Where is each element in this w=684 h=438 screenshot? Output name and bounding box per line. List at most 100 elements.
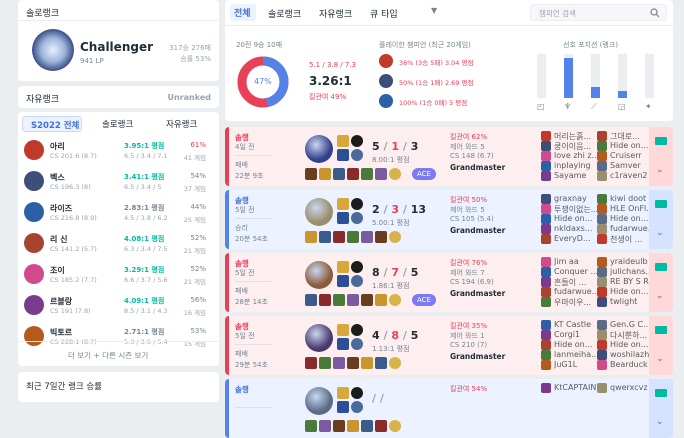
match-detail-toggle[interactable]: ⌄	[649, 379, 673, 438]
player-champion-icon	[541, 151, 551, 161]
player-name[interactable]: EveryD...	[554, 234, 602, 243]
match-detail-toggle[interactable]: ⌄	[649, 127, 673, 186]
champ-row[interactable]: 르블랑 CS 191 (7.8) 4.09:1 평점 8.5 / 3.1 / 4.3 5…	[18, 291, 214, 322]
champ-cs: CS 185.2 (7.7)	[50, 276, 97, 284]
match-avg-tier: Grandmaster	[450, 226, 506, 235]
champion-portrait[interactable]	[305, 261, 333, 289]
search-icon[interactable]	[650, 8, 660, 18]
champ-row[interactable]: 벡스 CS 196.3 (8) 3.41:1 평점 6.5 / 3.4 / 5 54% 3…	[18, 167, 214, 198]
video-icon[interactable]	[655, 326, 667, 334]
player-champion-icon	[541, 204, 551, 214]
item-icon	[347, 420, 359, 432]
item-icon	[333, 420, 345, 432]
champ-cs: CS 141.2 (5.7)	[50, 245, 97, 253]
match-kda: 8 / 7 / 5	[372, 266, 419, 279]
chevron-down-icon[interactable]: ▼	[431, 6, 437, 15]
player-name[interactable]: inplaying	[554, 161, 602, 170]
player-name[interactable]: KtCAPTAIN	[554, 383, 602, 392]
video-icon[interactable]	[655, 263, 667, 271]
player-champion-icon	[597, 320, 607, 330]
player-name[interactable]: Conquer ...	[554, 267, 602, 276]
player-name[interactable]: love zhi z...	[554, 151, 602, 160]
player-champion-icon	[541, 224, 551, 234]
summoner-spell-icon	[337, 212, 349, 224]
player-champion-icon	[541, 340, 551, 350]
filter-tab-flex[interactable]: 자유랭크	[319, 7, 352, 20]
summary-kda-detail: 5.1 / 3.8 / 7.3	[309, 61, 357, 69]
match-cs: CS 194 (6.9)	[450, 278, 494, 286]
champion-icon	[24, 326, 44, 346]
player-name[interactable]: graxnay	[554, 194, 602, 203]
player-champion-icon	[541, 194, 551, 204]
player-name[interactable]: lanmeiha...	[554, 350, 602, 359]
played-champ-row: 36% (3승 5패) 3.04 평점	[379, 54, 519, 70]
video-icon[interactable]	[655, 389, 667, 397]
player-name[interactable]: 우마이우...	[554, 297, 602, 308]
match-detail-toggle[interactable]: ⌄	[649, 316, 673, 375]
champion-search-field[interactable]: 챔피언 검색	[530, 4, 667, 21]
item-icon	[347, 231, 359, 243]
player-name[interactable]: nkldaxs...	[554, 224, 602, 233]
player-champion-icon	[597, 287, 607, 297]
more-seasons-link[interactable]: 더 보기 + 다른 시즌 보기	[68, 350, 148, 361]
champ-row[interactable]: 라이즈 CS 216.8 (8.9) 2.83:1 평점 4.5 / 3.8 / 6.…	[18, 198, 214, 229]
champ-row[interactable]: 아리 CS 201.6 (8.7) 3.95:1 평점 6.5 / 3.4 / 7.1…	[18, 136, 214, 167]
queue-type-select[interactable]: 큐 타입	[370, 7, 398, 20]
summary-kda: 3.26:1	[309, 74, 352, 88]
player-champion-icon	[541, 383, 551, 393]
video-icon[interactable]	[655, 137, 667, 145]
summoner-spell-icon	[337, 198, 349, 210]
champion-portrait[interactable]	[305, 198, 333, 226]
season-tab-all[interactable]: S2022 전체	[22, 116, 82, 132]
player-name[interactable]: Corgi1	[554, 330, 602, 339]
chevron-down-icon[interactable]: ⌄	[656, 228, 664, 238]
champion-icon	[24, 140, 44, 160]
filter-tab-solo[interactable]: 솔로랭크	[268, 7, 301, 20]
chevron-down-icon[interactable]: ⌄	[656, 291, 664, 301]
ace-badge: ACE	[412, 294, 436, 306]
match-card[interactable]: 솔랭 5일 전 승리 20분 54초 2 / 3 / 13 5.00:1 평점 킬관여 50…	[225, 190, 673, 249]
player-name[interactable]: Sayame	[554, 171, 602, 180]
champion-portrait[interactable]	[305, 387, 333, 415]
filter-tab-all[interactable]: 전체	[230, 4, 256, 21]
season-tab-flex[interactable]: 자유랭크	[166, 118, 197, 130]
match-time-ago: 4일 전	[235, 143, 255, 151]
solo-winrate: 승률 53%	[180, 55, 211, 63]
player-name[interactable]: fudarwue...	[554, 287, 602, 296]
match-detail-toggle[interactable]: ⌄	[649, 253, 673, 312]
champ-kda: 3.41:1 평점	[124, 173, 165, 181]
match-detail-toggle[interactable]: ⌄	[649, 190, 673, 249]
player-name[interactable]: Hide on...	[554, 214, 602, 223]
season-champ-card: S2022 전체 솔로랭크 자유랭크 아리 CS 201.6 (8.7) 3.95:…	[18, 112, 219, 366]
champion-portrait[interactable]	[305, 324, 333, 352]
champ-row[interactable]: 빅토르 CS 228.1 (8.7) 2.71:1 평점 5.3 / 3.6 / 5.…	[18, 322, 214, 353]
item-icon	[319, 294, 331, 306]
match-card[interactable]: 솔랭 5일 전 패배 28분 14초 8 / 7 / 5 1.86:1 평점 ACE 킬관여 …	[225, 253, 673, 312]
chevron-down-icon[interactable]: ⌄	[656, 165, 664, 175]
match-card[interactable]: 솔랭 5일 전 패배 29분 54초 4 / 8 / 5 1.13:1 평점 킬관여 35%…	[225, 316, 673, 375]
match-filter-bar: 전체 솔로랭크 자유랭크 큐 타입 ▼ 챔피언 검색	[225, 0, 673, 25]
player-name[interactable]: Jim aa	[554, 257, 602, 266]
champ-row[interactable]: 조이 CS 185.2 (7.7) 3.29:1 평점 6.6 / 3.7 / 5.6…	[18, 260, 214, 291]
recent-winrate-card: 최근 7일간 랭크 승률	[18, 372, 219, 402]
match-result: 패배	[235, 287, 248, 295]
chevron-down-icon[interactable]: ⌄	[656, 354, 664, 364]
champ-name: 조이	[50, 266, 65, 275]
player-name[interactable]: Hide on...	[554, 340, 602, 349]
player-name[interactable]: JuG1L	[554, 360, 602, 369]
player-name[interactable]: KT Castle	[554, 320, 602, 329]
rune-icon	[351, 324, 363, 336]
player-champion-icon	[597, 330, 607, 340]
champ-row[interactable]: 리 신 CS 141.2 (5.7) 4.08:1 평점 6.3 / 3.4 / 7.…	[18, 229, 214, 260]
match-card[interactable]: 솔랭 / / 킬관여 54% KtCAPTAIN qwerxcvz ⌄	[225, 379, 673, 438]
champ-winrate: 54%	[190, 172, 206, 180]
video-icon[interactable]	[655, 200, 667, 208]
season-tab-solo[interactable]: 솔로랭크	[102, 118, 133, 130]
player-champion-icon	[597, 214, 607, 224]
player-champion-icon	[597, 360, 607, 370]
champion-portrait[interactable]	[305, 135, 333, 163]
match-result: 패배	[235, 350, 248, 358]
chevron-down-icon[interactable]: ⌄	[656, 417, 664, 427]
match-card[interactable]: 솔랭 4일 전 패배 22분 9초 5 / 1 / 3 8.00:1 평점 ACE 킬관여 6…	[225, 127, 673, 186]
player-champion-icon	[541, 214, 551, 224]
